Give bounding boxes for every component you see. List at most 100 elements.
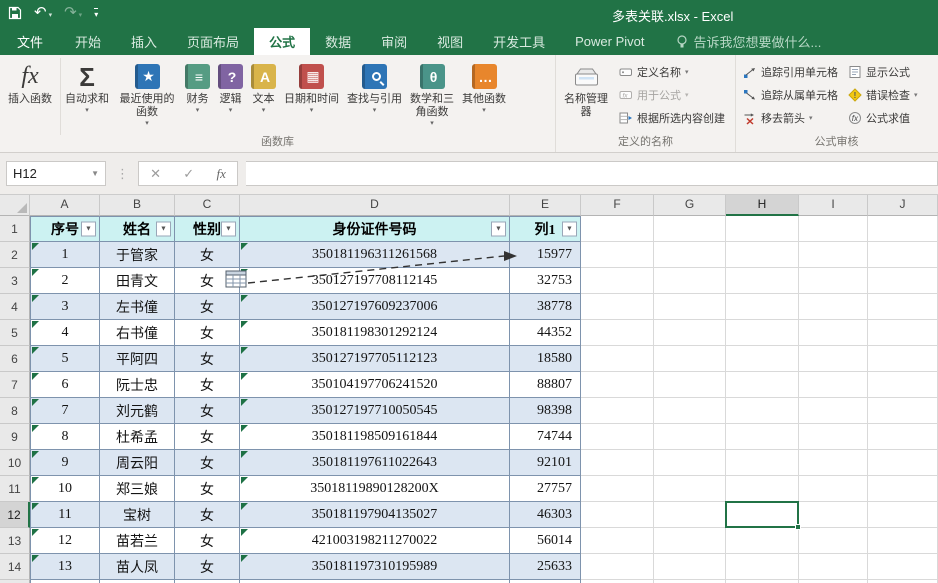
column-header-E[interactable]: E — [510, 195, 581, 216]
save-button[interactable] — [8, 6, 22, 20]
grid-cell[interactable] — [581, 346, 654, 372]
grid-cell[interactable] — [868, 372, 938, 398]
grid-cell[interactable] — [654, 242, 726, 268]
error-checking-button[interactable]: ! 错误检查 ▾ — [843, 83, 923, 106]
grid-cell[interactable] — [868, 502, 938, 528]
table-cell[interactable]: 12 — [30, 528, 100, 554]
table-cell[interactable]: 女 — [175, 528, 240, 554]
grid-cell[interactable] — [726, 398, 799, 424]
row-header-13[interactable]: 13 — [0, 528, 30, 554]
column-header-H[interactable]: H — [726, 195, 799, 216]
table-cell[interactable]: 350104197706241520 — [240, 372, 510, 398]
grid-cell[interactable] — [726, 372, 799, 398]
table-cell[interactable]: 右书僮 — [100, 320, 175, 346]
grid-cell[interactable] — [799, 242, 868, 268]
formula-bar-grip[interactable]: ⋮ — [116, 166, 129, 182]
table-cell[interactable]: 宝树 — [100, 502, 175, 528]
table-cell[interactable]: 10 — [30, 476, 100, 502]
table-cell[interactable]: 350181198509161844 — [240, 424, 510, 450]
grid-cell[interactable] — [799, 450, 868, 476]
table-cell[interactable]: 5 — [30, 346, 100, 372]
grid-cell[interactable] — [868, 346, 938, 372]
grid-cell[interactable] — [799, 476, 868, 502]
tab-home[interactable]: 开始 — [60, 28, 116, 55]
table-cell[interactable]: 1 — [30, 242, 100, 268]
recently-used-button[interactable]: ★ 最近使用的函数 ▾ — [113, 58, 181, 130]
grid-cell[interactable] — [654, 320, 726, 346]
trace-precedents-button[interactable]: 追踪引用单元格 — [738, 60, 843, 83]
row-header-10[interactable]: 10 — [0, 450, 30, 476]
autosum-button[interactable]: Σ 自动求和 ▾ — [61, 58, 113, 117]
column-header-D[interactable]: D — [240, 195, 510, 216]
row-header-3[interactable]: 3 — [0, 268, 30, 294]
table-cell[interactable]: 350127197708112145 — [240, 268, 510, 294]
table-cell[interactable]: 13 — [30, 554, 100, 580]
table-cell[interactable]: 92101 — [510, 450, 581, 476]
formula-input[interactable] — [246, 161, 938, 186]
grid-cell[interactable] — [654, 398, 726, 424]
column-header-F[interactable]: F — [581, 195, 654, 216]
name-box-caret-icon[interactable]: ▼ — [91, 169, 99, 178]
table-cell[interactable]: 32753 — [510, 268, 581, 294]
table-cell[interactable]: 女 — [175, 476, 240, 502]
grid-cell[interactable] — [654, 502, 726, 528]
grid-cell[interactable] — [726, 242, 799, 268]
grid-cell[interactable] — [581, 372, 654, 398]
table-cell[interactable]: 女 — [175, 424, 240, 450]
table-header-cell[interactable]: 列1 ▼ — [510, 216, 581, 242]
fill-handle[interactable] — [795, 524, 801, 530]
table-header-cell[interactable]: 身份证件号码 ▼ — [240, 216, 510, 242]
row-header-7[interactable]: 7 — [0, 372, 30, 398]
table-cell[interactable]: 女 — [175, 450, 240, 476]
filter-dropdown-button[interactable]: ▼ — [562, 221, 577, 237]
table-cell[interactable]: 苗人凤 — [100, 554, 175, 580]
table-cell[interactable]: 2 — [30, 268, 100, 294]
tab-page-layout[interactable]: 页面布局 — [172, 28, 254, 55]
row-header-11[interactable]: 11 — [0, 476, 30, 502]
table-cell[interactable]: 56014 — [510, 528, 581, 554]
undo-caret-icon[interactable]: ▾ — [49, 9, 53, 23]
table-cell[interactable]: 11 — [30, 502, 100, 528]
table-cell[interactable]: 350127197705112123 — [240, 346, 510, 372]
undo-button[interactable]: ↶ ▾ — [34, 3, 52, 23]
table-cell[interactable]: 350181196311261568 — [240, 242, 510, 268]
table-header-cell[interactable]: 性别 ▼ — [175, 216, 240, 242]
table-cell[interactable]: 女 — [175, 346, 240, 372]
financial-button[interactable]: ≡ 财务 ▾ — [181, 58, 214, 117]
date-time-button[interactable]: ▦ 日期和时间 ▾ — [280, 58, 343, 117]
filter-dropdown-button[interactable]: ▼ — [156, 221, 171, 237]
table-cell[interactable]: 女 — [175, 320, 240, 346]
table-cell[interactable]: 平阿四 — [100, 346, 175, 372]
table-cell[interactable]: 38778 — [510, 294, 581, 320]
grid-cell[interactable] — [581, 450, 654, 476]
table-cell[interactable]: 350181197904135027 — [240, 502, 510, 528]
grid-cell[interactable] — [581, 294, 654, 320]
tab-view[interactable]: 视图 — [422, 28, 478, 55]
row-header-5[interactable]: 5 — [0, 320, 30, 346]
grid-cell[interactable] — [654, 528, 726, 554]
column-header-B[interactable]: B — [100, 195, 175, 216]
grid-cell[interactable] — [581, 398, 654, 424]
enter-check-icon[interactable]: ✓ — [183, 166, 194, 182]
insert-function-fx-icon[interactable]: fx — [216, 166, 225, 182]
grid-cell[interactable] — [799, 528, 868, 554]
column-header-G[interactable]: G — [654, 195, 726, 216]
table-header-cell[interactable]: 序号 ▼ — [30, 216, 100, 242]
grid-cell[interactable] — [868, 528, 938, 554]
table-cell[interactable]: 88807 — [510, 372, 581, 398]
row-header-2[interactable]: 2 — [0, 242, 30, 268]
tab-file[interactable]: 文件 — [0, 28, 60, 55]
more-functions-button[interactable]: … 其他函数 ▾ — [458, 58, 510, 117]
table-cell[interactable]: 阮士忠 — [100, 372, 175, 398]
tab-data[interactable]: 数据 — [310, 28, 366, 55]
table-cell[interactable]: 女 — [175, 502, 240, 528]
filter-dropdown-button[interactable]: ▼ — [491, 221, 506, 237]
table-cell[interactable]: 女 — [175, 242, 240, 268]
row-header-9[interactable]: 9 — [0, 424, 30, 450]
table-cell[interactable]: 350181197310195989 — [240, 554, 510, 580]
row-header-6[interactable]: 6 — [0, 346, 30, 372]
filter-dropdown-button[interactable]: ▼ — [81, 221, 96, 237]
grid-cell[interactable] — [581, 268, 654, 294]
table-cell[interactable]: 7 — [30, 398, 100, 424]
table-cell[interactable]: 6 — [30, 372, 100, 398]
